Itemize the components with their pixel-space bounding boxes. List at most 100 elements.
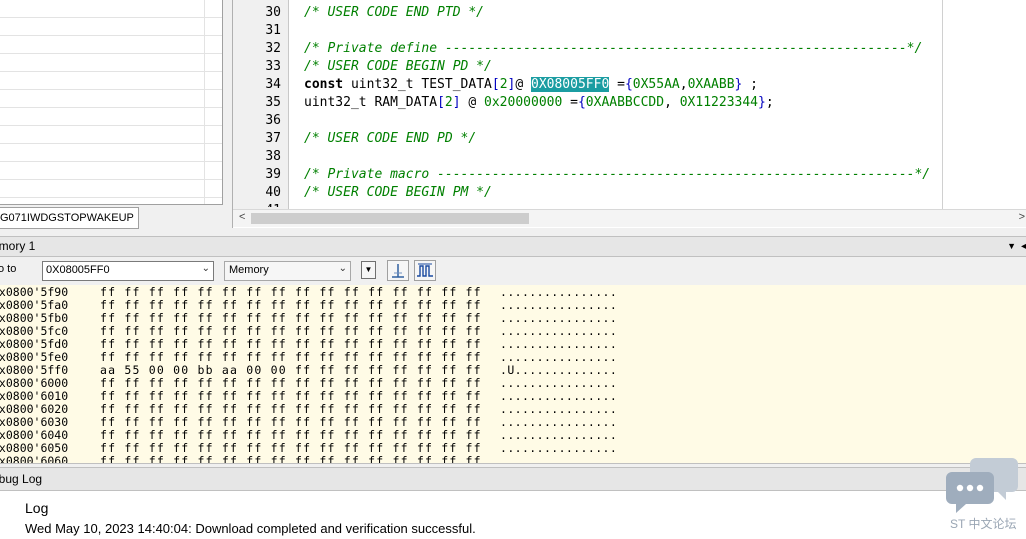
code-line[interactable]: /* Private define ----------------------…: [304, 40, 943, 58]
code-editor[interactable]: 30 31 32 33 34 35 36 37 38 39 40 41 /* USER CODE EN…: [232, 0, 1026, 228]
code-line[interactable]: /* Private macro -----------------------…: [304, 166, 943, 184]
workspace-row[interactable]: [0, 72, 222, 90]
waveform-toggle-button[interactable]: [414, 260, 436, 281]
code-line[interactable]: const uint32_t TEST_DATA[2]@ 0X08005FF0 …: [304, 76, 943, 94]
goto-label: o to: [0, 263, 17, 275]
workspace-row[interactable]: [0, 90, 222, 108]
line-number: 30: [265, 5, 281, 20]
workspace-panel: [0, 0, 223, 205]
workspace-row[interactable]: [0, 18, 222, 36]
code-token: uint32_t RAM_DATA: [304, 95, 438, 110]
line-number: 37: [265, 131, 281, 146]
code-token: ;: [742, 77, 759, 92]
code-token: [: [491, 77, 500, 92]
memory-address: 0x0800'6060: [0, 454, 69, 464]
scroll-left-icon[interactable]: <: [239, 211, 245, 223]
workspace-row[interactable]: [0, 162, 222, 180]
pin-icon[interactable]: ◂: [1021, 237, 1026, 256]
debug-log-title-bar: ebug Log: [0, 467, 1026, 491]
code-token: /* Private macro -----------------------…: [304, 167, 931, 182]
editor-horizontal-scrollbar[interactable]: < >: [233, 209, 1026, 227]
code-token: ]: [452, 95, 461, 110]
line-number: 31: [265, 23, 281, 38]
line-number: 40: [265, 185, 281, 200]
code-token: [: [437, 95, 445, 110]
code-token: /* Private define ----------------------…: [304, 41, 923, 56]
line-number-gutter: 30 31 32 33 34 35 36 37 38 39 40 41: [233, 0, 289, 209]
code-token: 0X55AA: [632, 77, 680, 92]
memory-type-value: Memory: [229, 264, 269, 276]
chevron-down-icon[interactable]: ▼: [1007, 237, 1016, 256]
code-token: 0XAABB: [687, 77, 735, 92]
code-token: ,: [664, 95, 680, 110]
code-token: const: [304, 77, 344, 92]
workspace-column-divider: [204, 0, 205, 204]
code-token: uint32_t TEST_DATA: [343, 77, 492, 92]
line-number: 34: [265, 77, 281, 92]
workspace-row[interactable]: [0, 0, 222, 18]
goto-address-combobox[interactable]: 0X08005FF0 ⌄: [42, 261, 214, 281]
chat-bubble-icon: [946, 458, 1018, 513]
line-number: 41: [233, 202, 281, 207]
workspace-row[interactable]: [0, 36, 222, 54]
memory-toolbar: o to 0X08005FF0 ⌄ Memory ⌄ ▼: [0, 257, 1026, 284]
project-tab[interactable]: G071IWDGSTOPWAKEUP: [0, 207, 139, 229]
code-token: =: [609, 77, 625, 92]
scrollbar-thumb[interactable]: [251, 213, 529, 224]
debug-log-panel[interactable]: Log Wed May 10, 2023 14:40:04: Download …: [0, 491, 1026, 539]
code-token: {: [624, 77, 633, 92]
code-token: /* USER CODE END PD */: [304, 131, 477, 146]
code-line[interactable]: [304, 148, 943, 166]
workspace-rows: [0, 0, 222, 204]
line-number: 36: [265, 113, 281, 128]
goto-address-value[interactable]: 0X08005FF0: [46, 264, 110, 276]
workspace-row[interactable]: [0, 144, 222, 162]
code-token: ;: [765, 95, 774, 110]
workspace-row[interactable]: [0, 54, 222, 72]
code-area[interactable]: /* USER CODE END PTD */ /* Private define…: [304, 4, 943, 209]
line-number: 35: [265, 95, 281, 110]
code-token: =: [562, 95, 578, 110]
code-token: ,: [679, 77, 688, 92]
code-token: 0XAABBCCDD: [585, 95, 665, 110]
memory-ascii: ................: [500, 454, 618, 464]
code-token: 0X11223344: [679, 95, 759, 110]
code-token: /* USER CODE BEGIN PM */: [304, 185, 492, 200]
code-line[interactable]: uint32_t RAM_DATA[2] @ 0x20000000 ={0XAA…: [304, 94, 943, 112]
code-line[interactable]: [304, 22, 943, 40]
code-line[interactable]: /* USER CODE BEGIN PD */: [304, 58, 943, 76]
workspace-row[interactable]: [0, 180, 222, 198]
workspace-row[interactable]: [0, 108, 222, 126]
scroll-right-icon[interactable]: >: [1019, 211, 1025, 223]
workspace-row[interactable]: [0, 198, 222, 204]
line-number: 33: [265, 59, 281, 74]
code-token: }: [758, 95, 766, 110]
code-line[interactable]: /* USER CODE END PTD */: [304, 4, 943, 22]
log-column-header: Log: [25, 500, 49, 516]
code-line[interactable]: /* USER CODE BEGIN PM */: [304, 184, 943, 202]
waveform-icon: [417, 263, 433, 277]
memory-type-select[interactable]: Memory ⌄: [224, 261, 351, 281]
scale-toggle-button[interactable]: [387, 260, 409, 281]
memory-options-button[interactable]: ▼: [361, 261, 376, 279]
workspace-row[interactable]: [0, 126, 222, 144]
scale-icon: [392, 264, 404, 278]
chevron-down-icon[interactable]: ⌄: [339, 263, 347, 274]
debug-log-title: ebug Log: [0, 472, 43, 486]
memory-hex-view[interactable]: 0x0800'5f90ff ff ff ff ff ff ff ff ff ff…: [0, 285, 1026, 464]
code-token: @: [515, 77, 531, 92]
memory-window-title-bar: emory 1 ▼ ◂: [0, 236, 1026, 257]
code-token: {: [577, 95, 586, 110]
chevron-down-icon[interactable]: ⌄: [202, 263, 210, 274]
line-number: 32: [265, 41, 281, 56]
code-token: /* USER CODE END PTD */: [304, 5, 485, 20]
log-message: Wed May 10, 2023 14:40:04: Download comp…: [25, 521, 476, 536]
code-line[interactable]: /* USER CODE END PD */: [304, 130, 943, 148]
code-token: 2: [444, 95, 453, 110]
selected-token: 0X08005FF0: [531, 77, 610, 92]
code-token: 0x20000000: [484, 95, 563, 110]
editor-right-margin: [942, 0, 943, 209]
code-line[interactable]: [304, 112, 943, 130]
line-number: 39: [265, 167, 281, 182]
code-token: @: [460, 95, 485, 110]
